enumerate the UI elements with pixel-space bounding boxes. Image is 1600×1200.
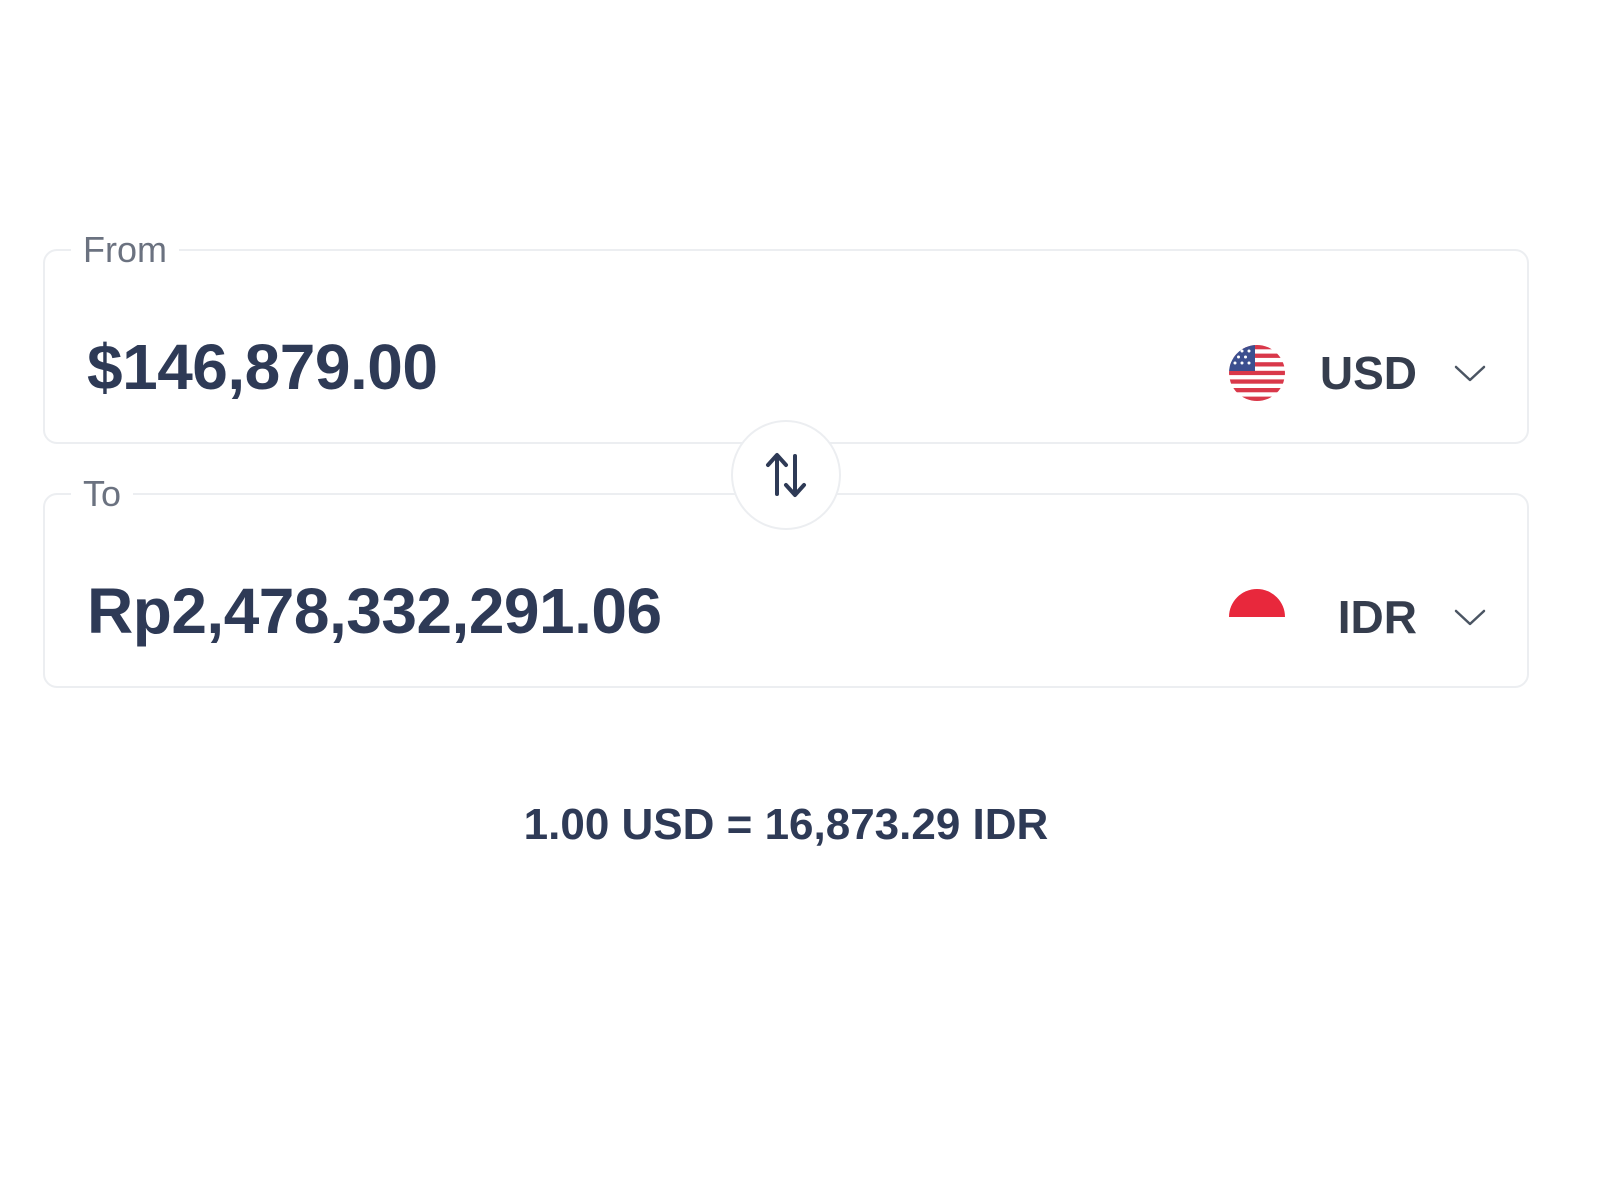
- swap-currencies-button[interactable]: [731, 420, 841, 530]
- to-currency-select[interactable]: IDR: [1229, 584, 1487, 650]
- from-currency-select[interactable]: USD: [1229, 340, 1487, 406]
- from-currency-code: USD: [1319, 347, 1417, 399]
- us-flag-icon: [1229, 345, 1285, 401]
- swap-vertical-arrows-icon: [766, 453, 806, 497]
- to-currency-code: IDR: [1337, 591, 1417, 643]
- from-field: From USD: [43, 232, 1529, 444]
- from-label: From: [83, 229, 167, 270]
- chevron-down-icon: [1454, 365, 1486, 382]
- chevron-down-icon: [1454, 609, 1486, 626]
- to-label: To: [83, 473, 122, 514]
- to-amount-input[interactable]: [87, 574, 987, 648]
- from-amount-input[interactable]: [87, 330, 987, 404]
- currency-converter: From USD: [0, 0, 1600, 1200]
- indonesia-flag-icon: [1229, 589, 1285, 645]
- exchange-rate-text: 1.00 USD = 16,873.29 IDR: [523, 800, 1049, 849]
